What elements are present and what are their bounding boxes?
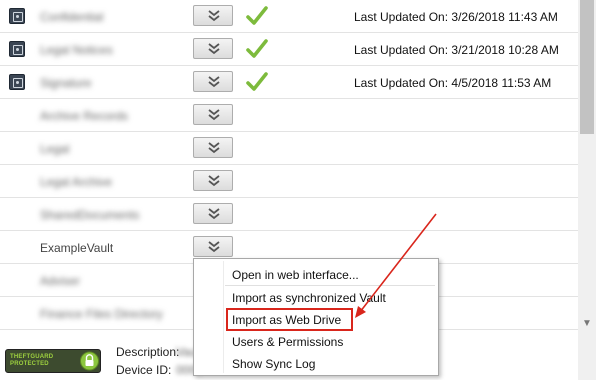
vault-name: Legal Notices	[40, 43, 113, 57]
menu-item-users-permissions[interactable]: Users & Permissions	[232, 335, 343, 349]
theftguard-badge: THEFTGUARD PROTECTED	[5, 349, 101, 373]
device-id-label: Device ID:	[116, 363, 172, 377]
menu-item-import-synchronized[interactable]: Import as synchronized Vault	[232, 291, 386, 305]
double-chevron-down-icon	[208, 142, 220, 154]
scrollbar-thumb[interactable]	[580, 0, 594, 134]
vault-row[interactable]: SharedDocuments	[0, 198, 578, 231]
synced-check-icon	[246, 72, 268, 91]
annotation-highlight-box	[226, 308, 353, 331]
theftguard-badge-text: THEFTGUARD PROTECTED	[10, 354, 54, 367]
expand-menu-button[interactable]	[193, 236, 233, 257]
vault-icon	[9, 41, 25, 57]
synced-check-icon	[246, 6, 268, 25]
padlock-icon	[80, 351, 99, 371]
double-chevron-down-icon	[208, 76, 220, 88]
vault-name: Legal Archive	[40, 175, 113, 189]
vault-icon	[9, 74, 25, 90]
expand-menu-button[interactable]	[193, 71, 233, 92]
vault-name: Archive Records	[40, 109, 129, 123]
menu-item-open-web[interactable]: Open in web interface...	[232, 268, 359, 282]
expand-menu-button[interactable]	[193, 104, 233, 125]
menu-item-show-sync-log[interactable]: Show Sync Log	[232, 357, 315, 371]
double-chevron-down-icon	[208, 43, 220, 55]
vault-name: ExampleVault	[40, 241, 114, 255]
expand-menu-button[interactable]	[193, 203, 233, 224]
vault-row[interactable]: Legal	[0, 132, 578, 165]
vault-name: SharedDocuments	[40, 208, 140, 222]
double-chevron-down-icon	[208, 175, 220, 187]
vault-name: Finance Files Directory	[40, 307, 163, 321]
menu-separator	[225, 285, 435, 286]
vault-name: Legal	[40, 142, 70, 156]
menu-icon-gutter	[223, 261, 224, 373]
double-chevron-down-icon	[208, 10, 220, 22]
vault-icon	[9, 8, 25, 24]
vault-row[interactable]: Legal Notices Last Updated On: 3/21/2018 …	[0, 33, 578, 66]
expand-menu-button[interactable]	[193, 38, 233, 59]
vault-row[interactable]: Archive Records	[0, 99, 578, 132]
last-updated-text: Last Updated On: 3/26/2018 11:43 AM	[354, 10, 558, 24]
description-label: Description:	[116, 345, 180, 359]
double-chevron-down-icon	[208, 109, 220, 121]
vault-row[interactable]: Legal Archive	[0, 165, 578, 198]
vault-row[interactable]: Confidential Last Updated On: 3/26/2018 1…	[0, 0, 578, 33]
last-updated-text: Last Updated On: 3/21/2018 10:28 AM	[354, 43, 559, 57]
vault-row[interactable]: Signature Last Updated On: 4/5/2018 11:53…	[0, 66, 578, 99]
expand-menu-button[interactable]	[193, 5, 233, 26]
last-updated-text: Last Updated On: 4/5/2018 11:53 AM	[354, 76, 552, 90]
expand-menu-button[interactable]	[193, 137, 233, 158]
synced-check-icon	[246, 39, 268, 58]
vault-name: Adviser	[40, 274, 81, 288]
vault-name: Confidential	[40, 10, 104, 24]
double-chevron-down-icon	[208, 241, 220, 253]
vertical-scrollbar[interactable]: ▼	[578, 0, 596, 380]
vault-name: Signature	[40, 76, 92, 90]
double-chevron-down-icon	[208, 208, 220, 220]
scroll-down-arrow-icon[interactable]: ▼	[582, 318, 592, 329]
expand-menu-button[interactable]	[193, 170, 233, 191]
